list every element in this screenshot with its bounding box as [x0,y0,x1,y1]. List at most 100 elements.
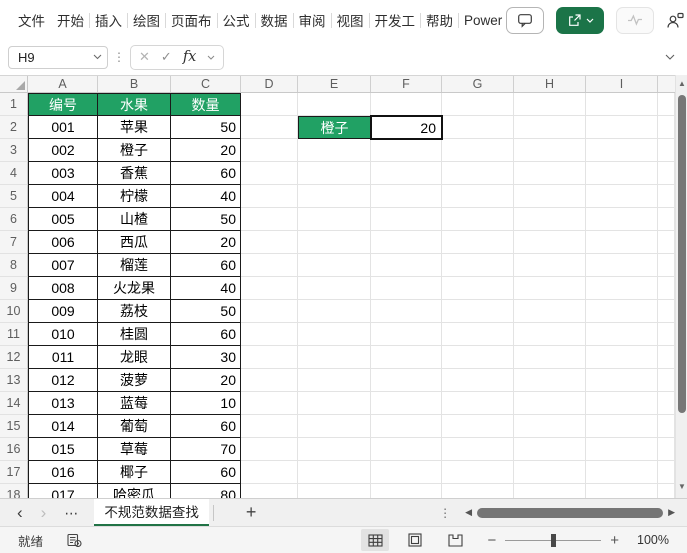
cell-fruit[interactable]: 哈密瓜 [98,484,171,498]
cell[interactable] [371,139,442,162]
cell[interactable] [514,484,586,498]
cell[interactable] [298,254,371,277]
cell-id[interactable]: 011 [28,346,98,369]
cell[interactable] [298,162,371,185]
cell[interactable] [371,231,442,254]
ribbon-tab[interactable]: 审阅 [295,0,330,40]
row-header[interactable]: 13 [0,369,28,392]
ribbon-tab[interactable]: 开发工 [371,0,420,40]
column-header-b[interactable]: B [98,76,171,92]
cell[interactable] [298,346,371,369]
horizontal-scrollbar-thumb[interactable] [477,508,663,518]
column-header-d[interactable]: D [241,76,298,92]
cell[interactable] [658,346,675,369]
zoom-out-button[interactable]: − [487,532,496,549]
scroll-right-icon[interactable]: ▶ [668,507,675,518]
cell[interactable] [586,300,658,323]
cell[interactable] [371,369,442,392]
cell[interactable] [298,438,371,461]
cell-id[interactable]: 010 [28,323,98,346]
cell-id[interactable]: 012 [28,369,98,392]
cell-qty[interactable]: 50 [171,116,241,139]
cell[interactable] [514,277,586,300]
column-header-g[interactable]: G [442,76,514,92]
row-header[interactable]: 1 [0,93,28,116]
sheet-tab-active[interactable]: 不规范数据查找 [94,499,209,527]
cell[interactable] [241,116,298,139]
cell-fruit[interactable]: 荔枝 [98,300,171,323]
column-header-c[interactable]: C [171,76,241,92]
cell[interactable] [442,461,514,484]
ribbon-tab[interactable]: 绘图 [129,0,164,40]
cell[interactable] [514,139,586,162]
cell[interactable] [442,277,514,300]
formula-bar-expand-icon[interactable] [665,54,675,60]
name-box-value[interactable]: H9 [9,50,87,65]
cell-qty[interactable]: 70 [171,438,241,461]
cell[interactable] [241,438,298,461]
cell[interactable] [371,300,442,323]
cell[interactable] [241,484,298,498]
cell[interactable] [298,208,371,231]
cell-qty[interactable]: 80 [171,484,241,498]
row-header[interactable]: 11 [0,323,28,346]
cell-qty[interactable]: 40 [171,185,241,208]
cell[interactable] [514,300,586,323]
cell[interactable] [658,484,675,498]
cell[interactable] [514,323,586,346]
cell-id[interactable]: 004 [28,185,98,208]
cell-id[interactable]: 014 [28,415,98,438]
cell-id[interactable]: 017 [28,484,98,498]
cell[interactable] [514,438,586,461]
cell[interactable] [586,231,658,254]
cell[interactable] [442,415,514,438]
cell[interactable] [514,346,586,369]
cell[interactable] [442,300,514,323]
cell[interactable] [658,415,675,438]
row-header[interactable]: 17 [0,461,28,484]
row-header[interactable]: 16 [0,438,28,461]
cell[interactable] [514,208,586,231]
cell[interactable] [241,346,298,369]
cell[interactable] [658,254,675,277]
cell[interactable] [442,438,514,461]
cell[interactable] [241,162,298,185]
cell[interactable] [371,346,442,369]
name-box-dropdown-icon[interactable] [87,54,107,60]
cell[interactable] [298,277,371,300]
all-sheets-button[interactable]: ⋯ [55,506,88,520]
comments-button[interactable] [506,7,544,34]
cell[interactable] [298,139,371,162]
select-all-button[interactable] [0,76,28,92]
cell[interactable] [514,231,586,254]
page-layout-view-button[interactable] [401,529,429,551]
cell-fruit[interactable]: 香蕉 [98,162,171,185]
row-header[interactable]: 14 [0,392,28,415]
cell[interactable] [658,185,675,208]
cell[interactable] [514,116,586,139]
cell[interactable] [586,116,658,139]
cell[interactable] [658,93,675,116]
vertical-scrollbar[interactable]: ▲ ▼ [675,75,687,498]
name-box[interactable]: H9 [8,46,108,69]
ribbon-tab[interactable]: 数据 [257,0,292,40]
cell-fruit[interactable]: 葡萄 [98,415,171,438]
cell-qty[interactable]: 60 [171,323,241,346]
cell[interactable] [371,323,442,346]
cell[interactable] [442,346,514,369]
new-sheet-button[interactable]: + [246,502,257,523]
cell[interactable] [586,392,658,415]
cell[interactable] [371,438,442,461]
fx-dropdown-icon[interactable] [207,55,215,60]
cell[interactable] [442,323,514,346]
cell-qty[interactable]: 20 [171,231,241,254]
cell-b1[interactable]: 水果 [98,93,171,116]
cell[interactable] [241,208,298,231]
cell[interactable] [514,185,586,208]
normal-view-button[interactable] [361,529,389,551]
scroll-up-icon[interactable]: ▲ [676,77,687,89]
cell[interactable] [586,208,658,231]
cell-id[interactable]: 005 [28,208,98,231]
cell-fruit[interactable]: 龙眼 [98,346,171,369]
cell[interactable] [442,208,514,231]
